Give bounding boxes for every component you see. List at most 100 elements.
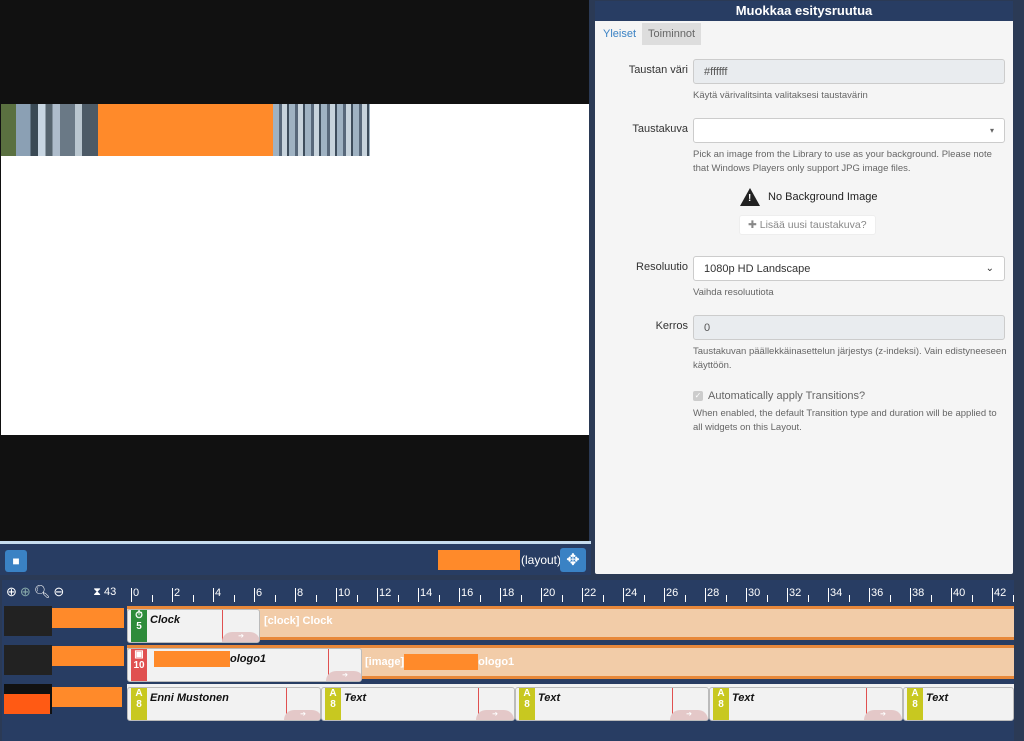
ruler-tick-label: 8 (297, 587, 304, 599)
ruler-tick (684, 595, 686, 602)
ruler-tick (664, 588, 665, 602)
widget-text[interactable]: A8 Enni Mustonen ➔ (127, 687, 321, 721)
ruler-tick-label: 14 (420, 587, 433, 599)
ruler-tick (377, 588, 378, 602)
region-track[interactable]: ⏱ 5 Clock ➔ [clock] Clock (127, 606, 1014, 643)
timeline-toolbar: ⊕ ⊕ 🔍︎ ⊖ ⧗ 43 (6, 584, 116, 600)
ruler-tick (951, 588, 952, 602)
widget-title: Text (926, 692, 949, 704)
widget-title: ologo1 (230, 653, 267, 665)
widget-text[interactable]: A8 Text ➔ (515, 687, 709, 721)
zoom-fit-icon[interactable]: 🔍︎ (34, 584, 51, 600)
no-background-text: No Background Image (768, 191, 878, 203)
ruler-tick-label: 6 (256, 587, 263, 599)
ruler-tick (910, 588, 911, 602)
redacted-region (98, 104, 273, 156)
resolution-label: Resoluutio (636, 261, 688, 273)
widget-title: Clock (150, 614, 180, 626)
ruler-tick (315, 595, 317, 602)
widget-clock[interactable]: ⏱ 5 Clock ➔ (127, 609, 260, 643)
building-image (273, 104, 370, 156)
region-track[interactable]: ▣ 10 ologo1 ➔ [image] ologo1 (127, 645, 1014, 682)
resolution-help: Vaihda resoluutiota (693, 287, 774, 298)
ruler-tick-label: 0 (133, 587, 140, 599)
chevron-down-icon: ⌄ (985, 263, 994, 274)
layer-input[interactable]: 0 (693, 315, 1005, 340)
ruler-tick (295, 588, 296, 602)
transition-out-icon: ➔ (670, 710, 708, 720)
region-thumbnail[interactable] (4, 645, 52, 675)
warning-icon: ! (740, 188, 760, 206)
ruler-tick-label: 16 (461, 587, 474, 599)
zoom-out-icon[interactable]: ⊖ (53, 584, 64, 600)
ruler-tick (787, 588, 788, 602)
zoom-reset-icon[interactable]: ⊕ (20, 584, 31, 600)
layout-preview: ■ (layout) ✥ (0, 0, 591, 575)
widget-text[interactable]: A8 Text (903, 687, 1014, 721)
timeline-row: ⏱ 5 Clock ➔ [clock] Clock (2, 604, 1016, 643)
layout-editor: ■ (layout) ✥ Muokkaa esitysruutua Yleise… (0, 0, 1024, 741)
layer-label: Kerros (655, 320, 688, 332)
region-thumbnail[interactable] (4, 684, 52, 714)
ruler-tick-label: 40 (953, 587, 966, 599)
widget-title: Text (344, 692, 367, 704)
ruler-tick (213, 588, 214, 602)
widget-image[interactable]: ▣ 10 ologo1 ➔ (127, 648, 362, 682)
background-image-label: Taustakuva (632, 123, 688, 135)
ruler-tick-label: 18 (502, 587, 515, 599)
ruler-tick-label: 42 (994, 587, 1007, 599)
timeline-duration: 43 (103, 586, 117, 598)
redacted-region-name (52, 646, 124, 666)
tab-general[interactable]: Yleiset (597, 23, 643, 45)
background-image-select[interactable]: ▾ (693, 118, 1005, 143)
clock-icon: ⏱ 5 (131, 610, 147, 642)
transition-out-icon: ➔ (476, 710, 514, 720)
region-track[interactable]: A8 Enni Mustonen ➔ A8 Text ➔ A8 Text ➔ A… (127, 684, 1014, 721)
widget-title: Text (538, 692, 561, 704)
resolution-select[interactable]: 1080p HD Landscape ⌄ (693, 256, 1005, 281)
ruler-tick-label: 24 (625, 587, 638, 599)
move-arrows-icon: ✥ (566, 552, 580, 569)
tab-actions[interactable]: Toiminnot (642, 23, 702, 45)
transitions-help: When enabled, the default Transition typ… (693, 408, 997, 433)
ruler-tick (889, 595, 891, 602)
stop-preview-button[interactable]: ■ (5, 550, 27, 572)
ruler-tick (971, 595, 973, 602)
viewer-toolbar: ■ (layout) ✥ (0, 541, 591, 575)
transition-out-icon: ➔ (222, 632, 259, 642)
text-icon: A8 (907, 688, 923, 720)
ruler-tick (151, 595, 153, 602)
plus-icon: ✚ (748, 219, 757, 231)
ruler-tick (582, 588, 583, 602)
ruler-tick-label: 4 (215, 587, 222, 599)
region-thumbnail[interactable] (4, 606, 52, 636)
image-icon: ▣ 10 (131, 649, 147, 681)
background-color-help: Käytä värivalitsinta valitaksesi taustav… (693, 90, 868, 101)
ruler-tick (602, 595, 604, 602)
text-icon: A8 (713, 688, 729, 720)
transitions-checkbox[interactable]: ✓ (693, 391, 703, 401)
zoom-in-icon[interactable]: ⊕ (6, 584, 17, 600)
widget-title: Enni Mustonen (150, 692, 229, 704)
add-background-button[interactable]: ✚ Lisää uusi taustakuva? (739, 215, 876, 235)
redacted-widget-name (154, 651, 230, 667)
ruler-tick (705, 588, 706, 602)
ruler-tick (848, 595, 850, 602)
widget-text[interactable]: A8 Text ➔ (709, 687, 903, 721)
resolution-value: 1080p HD Landscape (704, 262, 811, 275)
ruler-tick (356, 595, 358, 602)
widget-ghost-label: [image] ologo1 (365, 654, 514, 670)
background-color-input[interactable]: #ffffff (693, 59, 1005, 84)
layout-canvas[interactable] (1, 104, 589, 435)
ruler-tick-label: 32 (789, 587, 802, 599)
widget-text[interactable]: A8 Text ➔ (321, 687, 515, 721)
move-button[interactable]: ✥ (560, 548, 586, 572)
panel-tabs: Yleiset Toiminnot (597, 23, 702, 45)
ruler-tick (233, 595, 235, 602)
text-icon: A8 (519, 688, 535, 720)
ruler-tick (1012, 595, 1014, 602)
widget-ghost-label: [clock] Clock (264, 615, 333, 627)
redacted-image-name (404, 654, 479, 670)
ruler-tick (992, 588, 993, 602)
transitions-checkbox-row[interactable]: ✓ Automatically apply Transitions? (693, 390, 865, 402)
